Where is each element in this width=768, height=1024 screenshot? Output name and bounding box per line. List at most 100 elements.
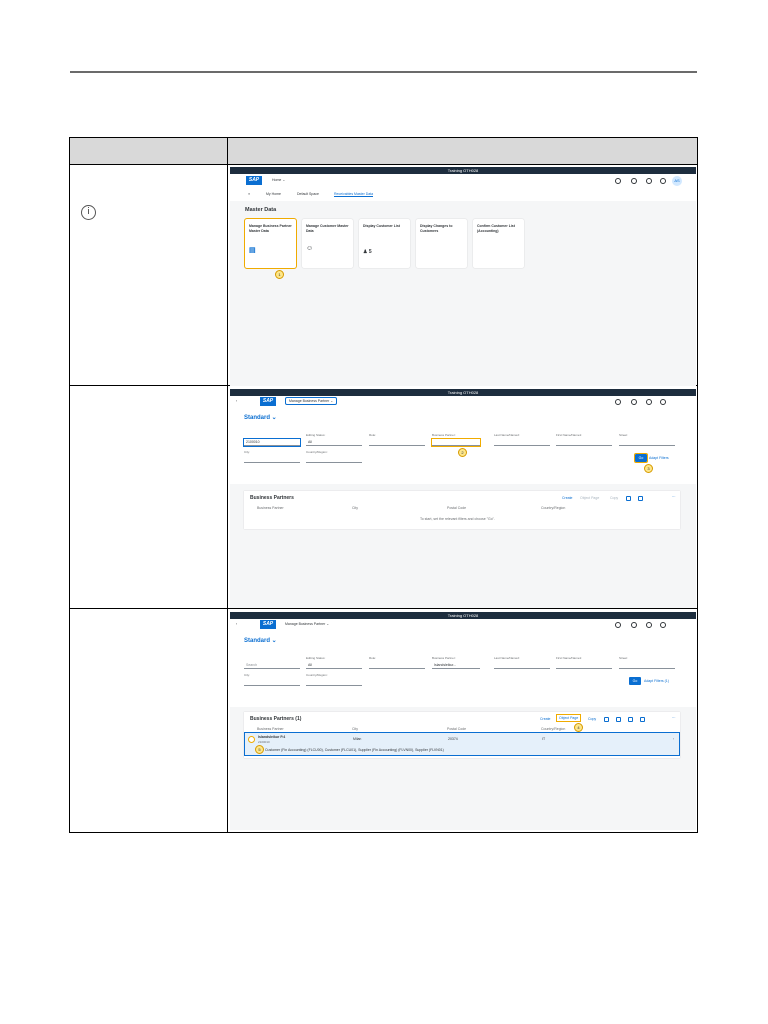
label-role: Role: xyxy=(369,656,377,660)
home-menu[interactable]: Home ⌄ xyxy=(272,178,285,182)
search-icon[interactable] xyxy=(615,622,621,628)
table-row[interactable]: Islandsleikur P.4 2100010 Milan 20374 IT… xyxy=(244,732,680,756)
row-country: IT xyxy=(542,737,546,741)
tile-title: Manage Customer Master Data xyxy=(306,224,349,233)
label-business-partner: Business Partner: xyxy=(432,656,456,660)
export-icon[interactable] xyxy=(604,717,609,722)
row-roles: Customer (Fin Accounting) (FLCU00), Cust… xyxy=(265,748,444,752)
person-icon: ☺ xyxy=(306,245,314,252)
app-title-menu[interactable]: Manage Business Partner ⌄ xyxy=(285,622,329,626)
adapt-filters-link[interactable]: Adapt Filters xyxy=(649,456,669,460)
role-field[interactable] xyxy=(369,439,425,446)
col-country: Country/Region xyxy=(541,506,566,510)
last-name-field[interactable] xyxy=(494,662,550,669)
column-divider xyxy=(227,165,228,832)
sap-logo: SAP xyxy=(260,620,276,629)
city-field[interactable] xyxy=(244,456,300,463)
settings-icon[interactable] xyxy=(646,178,652,184)
help-icon[interactable] xyxy=(631,178,637,184)
export-icon[interactable] xyxy=(626,496,631,501)
back-icon[interactable]: ‹ xyxy=(236,399,237,403)
tab-default-space[interactable]: Default Space xyxy=(297,192,319,196)
last-name-field[interactable] xyxy=(494,439,550,446)
col-business-partner: Business Partner xyxy=(257,727,284,731)
first-name-field[interactable] xyxy=(556,439,612,446)
help-icon[interactable] xyxy=(631,399,637,405)
go-button[interactable]: Go xyxy=(634,453,648,463)
label-first-name: First Name/Name1: xyxy=(556,433,583,437)
copy-button[interactable]: Copy xyxy=(610,496,618,500)
avatar[interactable]: AS xyxy=(672,176,682,186)
settings-icon[interactable] xyxy=(646,622,652,628)
help-icon[interactable] xyxy=(631,622,637,628)
business-partner-field[interactable] xyxy=(431,438,481,447)
business-partner-field[interactable]: Islandsleikur... xyxy=(432,662,480,669)
object-page-button[interactable]: Object Page xyxy=(555,714,582,722)
country-field[interactable] xyxy=(306,679,362,686)
row-postal: 20374 xyxy=(448,737,458,741)
screenshot-bp-empty: Training OTH028 ‹ SAP Manage Business Pa… xyxy=(230,389,696,608)
more-icon[interactable]: ⋯ xyxy=(672,716,676,720)
bell-icon[interactable] xyxy=(660,399,666,405)
create-button[interactable]: Create xyxy=(540,717,551,721)
copy-button[interactable]: Copy xyxy=(588,717,596,721)
bell-icon[interactable] xyxy=(660,178,666,184)
top-rule xyxy=(70,71,697,73)
street-field[interactable] xyxy=(619,662,675,669)
go-button[interactable]: Go xyxy=(629,677,641,685)
bell-icon[interactable] xyxy=(660,622,666,628)
city-field[interactable] xyxy=(244,679,300,686)
role-field[interactable] xyxy=(369,662,425,669)
back-icon[interactable]: ‹ xyxy=(236,622,237,626)
row-select-radio[interactable] xyxy=(248,736,255,743)
tab-receivables[interactable]: Receivables Master Data xyxy=(334,192,374,197)
label-last-name: Last Name/Name2: xyxy=(494,433,520,437)
tab-my-home[interactable]: My Home xyxy=(266,192,281,196)
tile-title: Display Changes to Customers xyxy=(420,224,453,233)
tile-display-changes[interactable]: Display Changes to Customers xyxy=(416,219,467,268)
instruction-table: i Training OTH028 SAP Home ⌄ AS ≡ My Hom… xyxy=(69,137,698,833)
people-icon: ♟ 5 xyxy=(363,249,372,255)
tile-manage-customer[interactable]: Manage Customer Master Data ☺ xyxy=(302,219,353,268)
settings-icon[interactable] xyxy=(646,399,652,405)
row-nav-chevron[interactable]: › xyxy=(673,737,674,741)
country-field[interactable] xyxy=(306,456,362,463)
first-name-field[interactable] xyxy=(556,662,612,669)
search-input[interactable]: 2100010 xyxy=(243,438,301,447)
filter-icon[interactable] xyxy=(628,717,633,722)
header-divider xyxy=(227,138,228,165)
card-icon: ▤ xyxy=(249,247,256,254)
menu-icon[interactable]: ≡ xyxy=(248,192,250,196)
editing-status-select[interactable]: All xyxy=(306,662,362,669)
settings-icon[interactable] xyxy=(640,717,645,722)
more-icon[interactable]: ⋯ xyxy=(672,495,676,499)
street-field[interactable] xyxy=(619,439,675,446)
sort-icon[interactable] xyxy=(616,717,621,722)
shell-bar: Training OTH028 xyxy=(230,389,696,396)
label-last-name: Last Name/Name2: xyxy=(494,656,520,660)
row-partner-name: Islandsleikur P.4 xyxy=(258,735,286,739)
results-table: Business Partners (1) Create Object Page… xyxy=(244,712,680,758)
variant-title[interactable]: Standard ⌄ xyxy=(244,414,277,421)
tile-display-customer-list[interactable]: Display Customer List ♟ 5 xyxy=(359,219,410,268)
search-icon[interactable] xyxy=(615,178,621,184)
create-button[interactable]: Create xyxy=(562,496,573,500)
tile-manage-bp[interactable]: Manage Business Partner Master Data ▤ xyxy=(244,218,297,269)
search-icon[interactable] xyxy=(615,399,621,405)
search-input[interactable]: Search xyxy=(244,662,300,669)
screenshot-bp-results: Training OTH028 ‹ SAP Manage Business Pa… xyxy=(230,612,696,830)
sap-logo: SAP xyxy=(260,397,276,406)
object-page-button[interactable]: Object Page xyxy=(580,496,599,500)
adapt-filters-link[interactable]: Adapt Filters (1) xyxy=(644,679,669,683)
app-title-menu[interactable]: Manage Business Partner ⌄ xyxy=(285,397,338,405)
callout-1: 1 xyxy=(275,270,284,279)
tile-title: Display Customer List xyxy=(363,224,400,228)
row-city: Milan xyxy=(353,737,362,741)
settings-icon[interactable] xyxy=(638,496,643,501)
callout-4: 4 xyxy=(574,723,583,732)
editing-status-select[interactable]: All xyxy=(306,439,362,446)
filter-bar: Standard ⌄ 2100010 Editing Status: All R… xyxy=(230,408,696,484)
tile-confirm-customer-list[interactable]: Confirm Customer List (Accounting) xyxy=(473,219,524,268)
variant-title[interactable]: Standard ⌄ xyxy=(244,637,277,644)
callout-2: 2 xyxy=(458,448,467,457)
